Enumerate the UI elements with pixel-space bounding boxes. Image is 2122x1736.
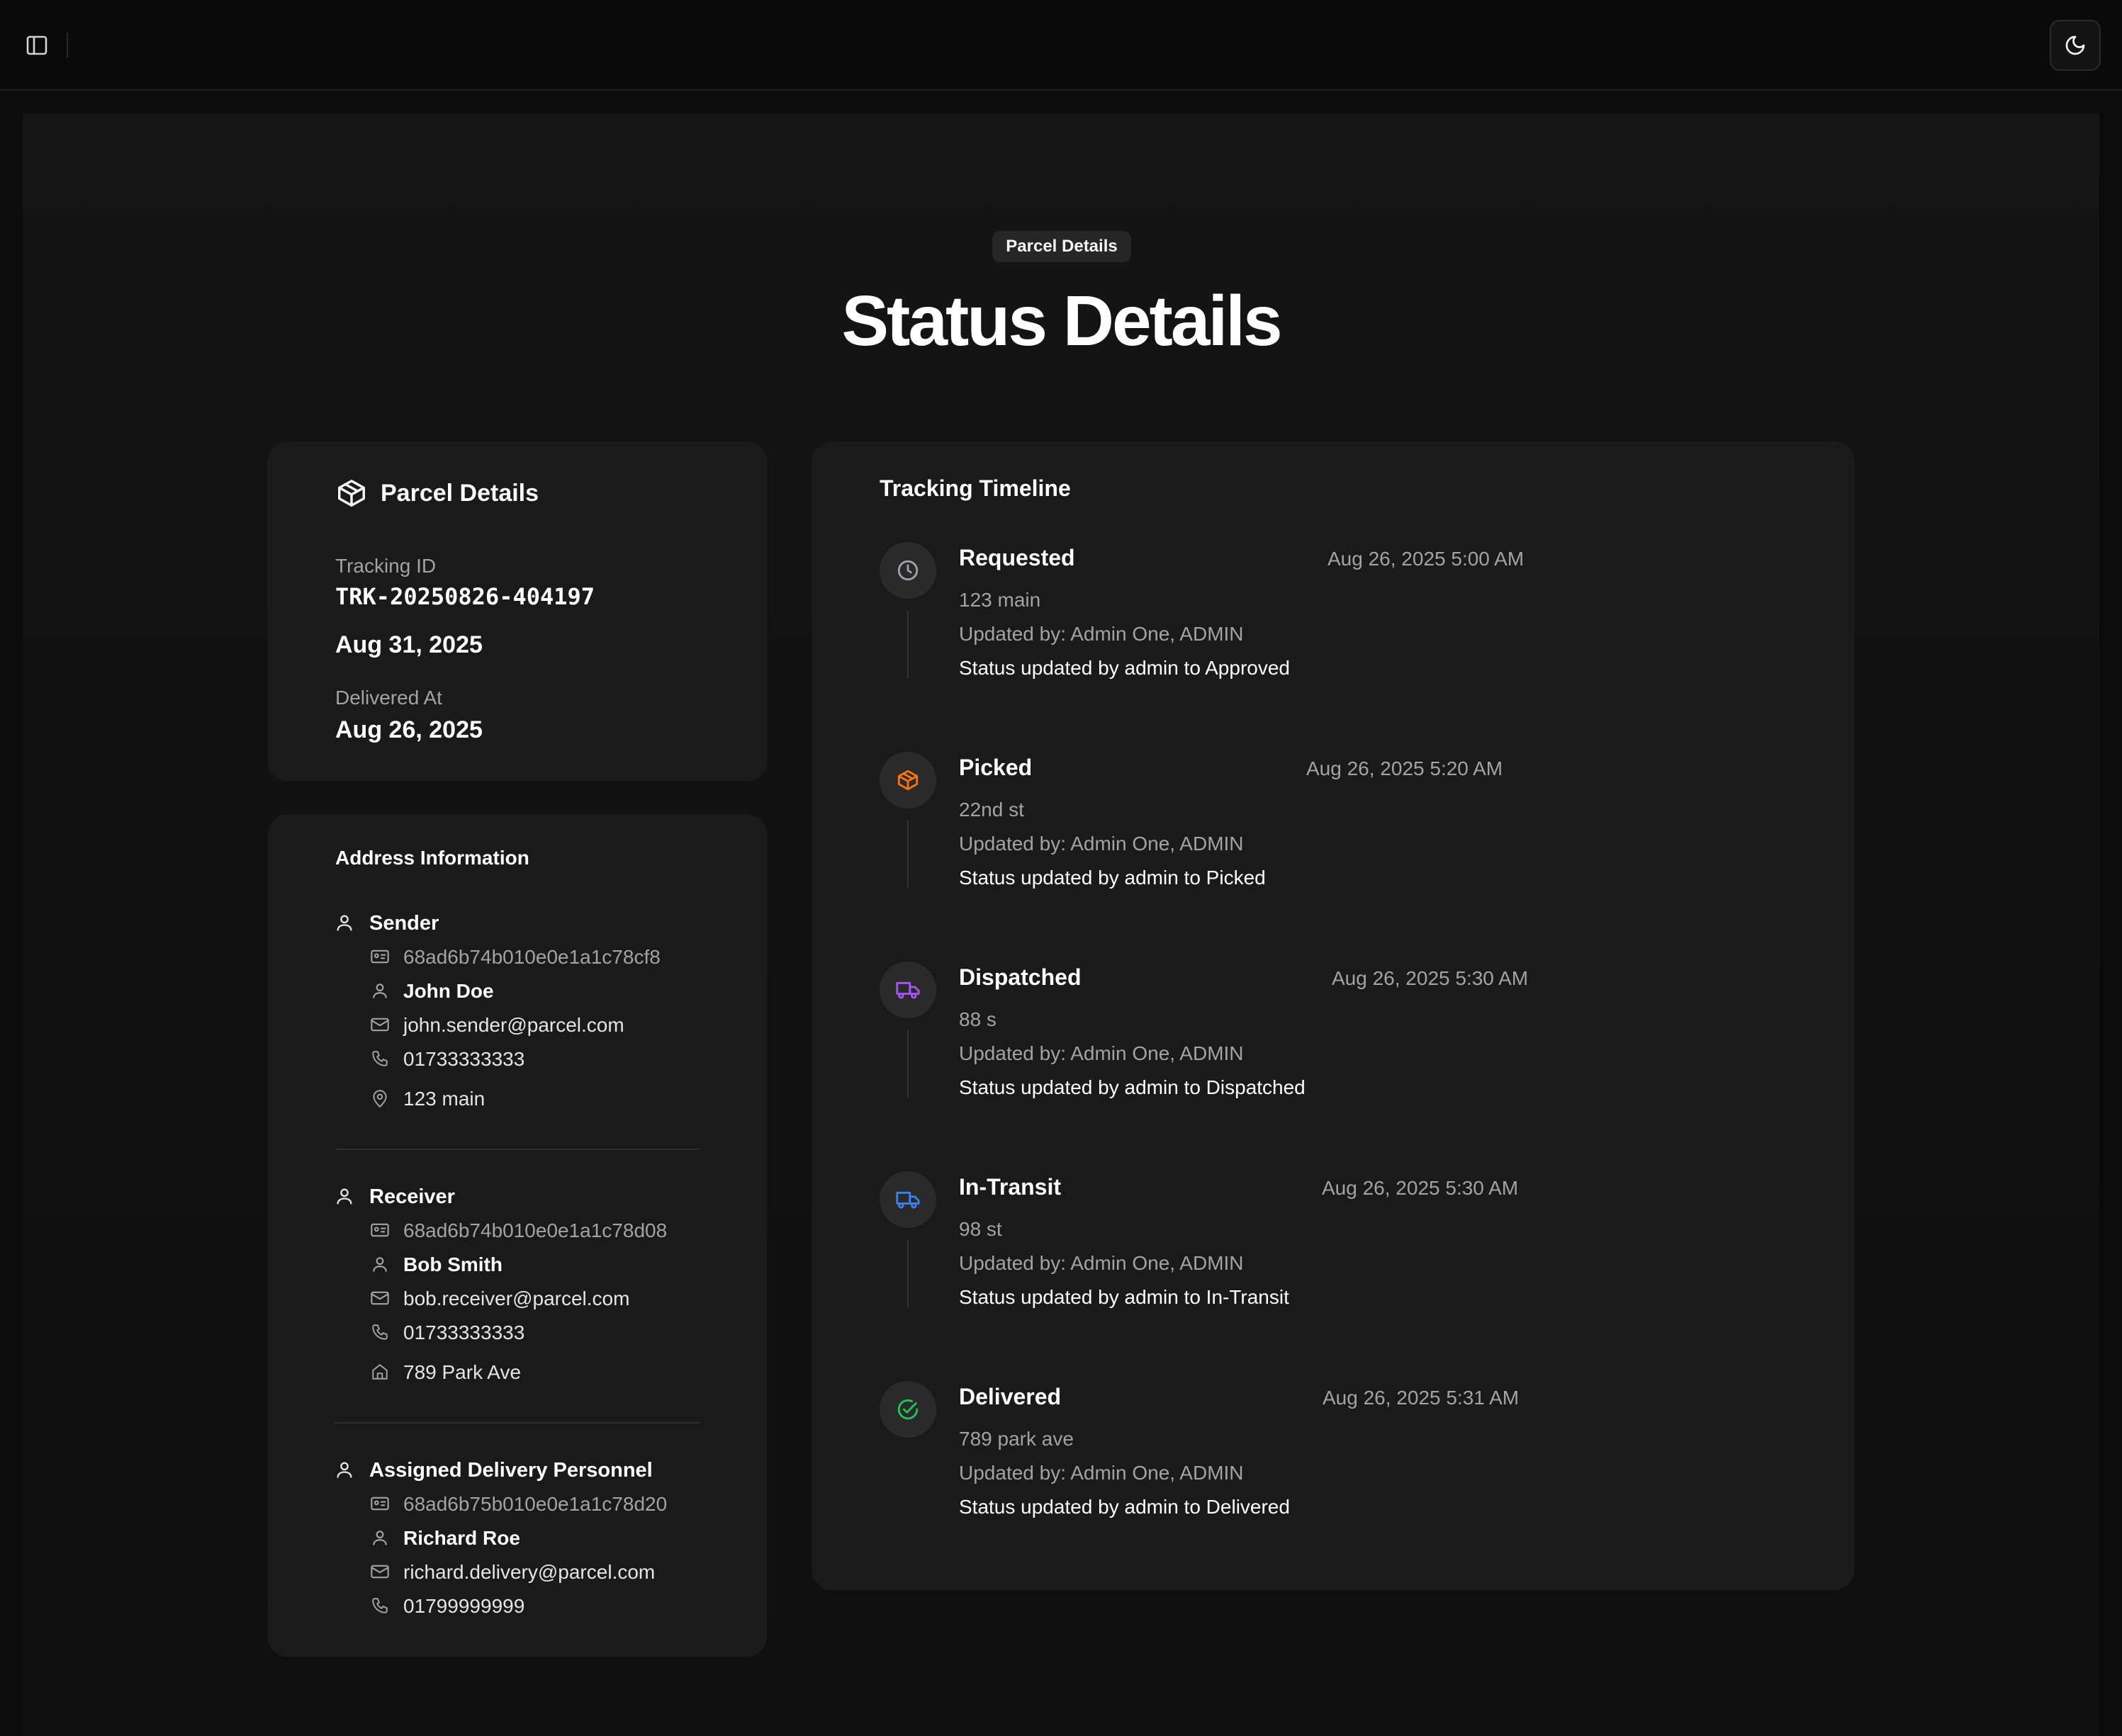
timeline-note: Status updated by admin to Dispatched	[959, 1076, 1306, 1098]
timeline-connector	[907, 610, 909, 678]
page-title: Status Details	[841, 281, 1282, 361]
parcel-date: Aug 31, 2025	[335, 631, 483, 658]
tracking-id-label: Tracking ID	[335, 555, 437, 577]
map-pin-icon	[369, 1088, 391, 1109]
timeline-status: Requested	[959, 545, 1075, 570]
sender-email[interactable]: john.sender@parcel.com	[403, 1014, 624, 1037]
parcel-details-card: Parcel Details Tracking ID TRK-20250826-…	[268, 442, 767, 781]
user-icon	[334, 1459, 355, 1480]
mail-icon	[369, 1561, 391, 1582]
phone-icon	[369, 1048, 391, 1069]
receiver-title: Receiver	[369, 1185, 455, 1208]
section-divider	[335, 1149, 700, 1150]
timeline-note: Status updated by admin to Approved	[959, 657, 1290, 679]
timeline-location: 88 s	[959, 1008, 997, 1030]
sender-title: Sender	[369, 912, 439, 935]
timeline-connector	[907, 820, 909, 888]
receiver-email[interactable]: bob.receiver@parcel.com	[403, 1287, 629, 1310]
timeline-icon-circle	[880, 962, 936, 1018]
sender-phone[interactable]: 01733333333	[403, 1048, 524, 1071]
timeline-note: Status updated by admin to In-Transit	[959, 1286, 1289, 1308]
delivered-at-value: Aug 26, 2025	[335, 716, 483, 743]
timeline-location: 98 st	[959, 1218, 1002, 1240]
timeline-icon-circle	[880, 752, 936, 808]
timeline-time: Aug 26, 2025 5:31 AM	[1323, 1387, 1520, 1409]
timeline-location: 123 main	[959, 589, 1041, 611]
sender-id: 68ad6b74b010e0e1a1c78cf8	[403, 946, 661, 968]
receiver-id: 68ad6b74b010e0e1a1c78d08	[403, 1219, 668, 1241]
timeline-time: Aug 26, 2025 5:00 AM	[1327, 548, 1525, 570]
timeline-updated-by: Updated by: Admin One, ADMIN	[959, 833, 1244, 855]
timeline-status: Dispatched	[959, 964, 1082, 990]
sidebar-toggle-button[interactable]	[21, 31, 52, 60]
personnel-phone[interactable]: 01799999999	[403, 1595, 524, 1618]
timeline-location: 22nd st	[959, 799, 1024, 821]
timeline-note: Status updated by admin to Delivered	[959, 1496, 1290, 1518]
page-badge: Parcel Details	[992, 231, 1131, 262]
timeline-time: Aug 26, 2025 5:30 AM	[1322, 1177, 1519, 1199]
receiver-phone[interactable]: 01733333333	[403, 1321, 524, 1344]
theme-toggle-button[interactable]	[2050, 20, 2101, 71]
timeline-status: Picked	[959, 755, 1033, 780]
address-card-heading: Address Information	[335, 847, 529, 869]
phone-icon	[369, 1321, 391, 1343]
timeline-status: Delivered	[959, 1384, 1062, 1409]
personnel-title: Assigned Delivery Personnel	[369, 1459, 653, 1482]
personnel-name: Richard Roe	[403, 1527, 520, 1549]
truck-icon	[895, 1189, 921, 1210]
timeline-updated-by: Updated by: Admin One, ADMIN	[959, 623, 1244, 645]
tracking-id-value: TRK-20250826-404197	[335, 583, 595, 610]
personnel-id: 68ad6b75b010e0e1a1c78d20	[403, 1493, 668, 1515]
timeline-updated-by: Updated by: Admin One, ADMIN	[959, 1462, 1244, 1484]
phone-icon	[369, 1595, 391, 1616]
personnel-email[interactable]: richard.delivery@parcel.com	[403, 1561, 655, 1584]
timeline-updated-by: Updated by: Admin One, ADMIN	[959, 1042, 1244, 1064]
timeline-icon-circle	[880, 1171, 936, 1228]
truck-icon	[895, 979, 921, 1001]
user-icon	[369, 1253, 391, 1275]
sender-address: 123 main	[403, 1088, 485, 1110]
sidebar-panel-icon	[26, 35, 47, 55]
section-divider	[335, 1422, 700, 1424]
receiver-name: Bob Smith	[403, 1253, 503, 1275]
moon-icon	[2064, 34, 2087, 57]
timeline-connector	[907, 1239, 909, 1307]
home-icon	[369, 1361, 391, 1382]
user-icon	[369, 980, 391, 1001]
timeline-icon-circle	[880, 1381, 936, 1438]
user-icon	[369, 1527, 391, 1548]
package-icon	[896, 768, 920, 792]
address-information-card: Address Information Sender 68ad6b74b010e…	[268, 815, 767, 1657]
timeline-heading: Tracking Timeline	[880, 475, 1071, 501]
sender-name: John Doe	[403, 980, 494, 1002]
mail-icon	[369, 1014, 391, 1035]
user-icon	[334, 1185, 355, 1207]
mail-icon	[369, 1287, 391, 1309]
timeline-note: Status updated by admin to Picked	[959, 867, 1266, 889]
parcel-card-heading: Parcel Details	[381, 480, 539, 507]
timeline-updated-by: Updated by: Admin One, ADMIN	[959, 1252, 1244, 1274]
toolbar-divider	[67, 33, 68, 58]
timeline-connector	[907, 1030, 909, 1098]
timeline-time: Aug 26, 2025 5:20 AM	[1306, 757, 1503, 779]
user-icon	[334, 912, 355, 933]
timeline-status: In-Transit	[959, 1174, 1062, 1200]
check-circle-icon	[896, 1397, 920, 1421]
id-card-icon	[369, 1493, 391, 1514]
timeline-location: 789 park ave	[959, 1428, 1074, 1450]
clock-icon	[896, 558, 920, 582]
id-card-icon	[369, 1219, 391, 1241]
timeline-time: Aug 26, 2025 5:30 AM	[1332, 967, 1529, 989]
tracking-timeline-card: Tracking Timeline Requested Aug 26, 2025…	[812, 442, 1854, 1590]
delivered-at-label: Delivered At	[335, 687, 442, 709]
receiver-address: 789 Park Ave	[403, 1361, 522, 1383]
top-bar	[0, 0, 2122, 91]
package-icon	[335, 477, 368, 509]
timeline-icon-circle	[880, 542, 936, 599]
id-card-icon	[369, 946, 391, 967]
